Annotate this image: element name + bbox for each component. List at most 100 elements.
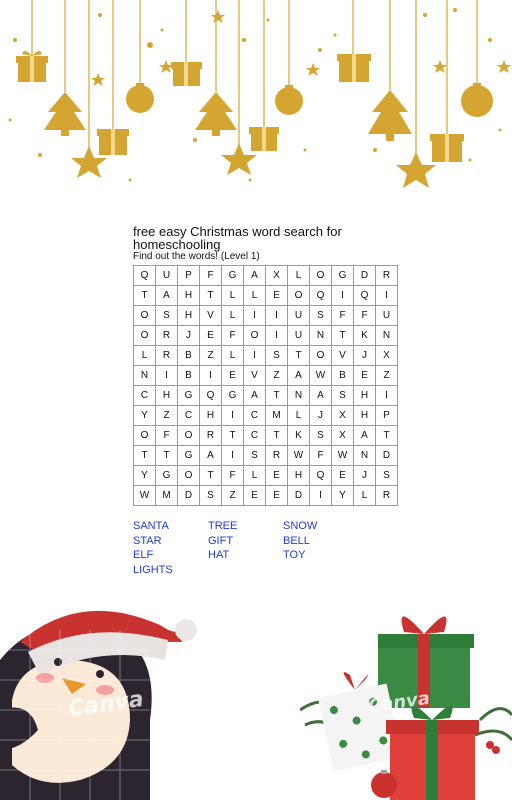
grid-cell: L — [221, 285, 244, 306]
grid-cell: W — [309, 365, 332, 386]
grid-cell: H — [353, 385, 376, 406]
grid-cell: R — [375, 265, 398, 286]
grid-cell: R — [199, 425, 222, 446]
grid-cell: A — [353, 425, 376, 446]
grid-row: WMDSZEEDIYLR — [133, 485, 398, 506]
grid-cell: E — [265, 465, 288, 486]
gift-icon — [337, 54, 371, 82]
grid-cell: X — [265, 265, 288, 286]
grid-cell: N — [133, 365, 156, 386]
grid-cell: O — [243, 325, 266, 346]
grid-cell: W — [331, 445, 354, 466]
grid-cell: H — [177, 285, 200, 306]
grid-cell: A — [309, 385, 332, 406]
grid-cell: Y — [331, 485, 354, 506]
grid-cell: O — [309, 345, 332, 366]
grid-cell: D — [375, 445, 398, 466]
grid-cell: L — [243, 285, 266, 306]
grid-cell: I — [265, 325, 288, 346]
grid-cell: G — [155, 465, 178, 486]
word-list-item: LIGHTS — [133, 563, 173, 576]
grid-cell: E — [221, 365, 244, 386]
word-list-item: ELF — [133, 549, 154, 561]
grid-cell: A — [199, 445, 222, 466]
word-list: SANTA TREE SNOW STAR GIFT BELL ELF HAT TOY LIGHTS — [133, 520, 373, 577]
grid-cell: S — [309, 425, 332, 446]
grid-cell: R — [155, 325, 178, 346]
word-list-item: TREE — [208, 520, 238, 532]
grid-cell: Z — [199, 345, 222, 366]
grid-cell: J — [353, 345, 376, 366]
christmas-tree-icon — [44, 92, 86, 136]
grid-cell: H — [199, 405, 222, 426]
grid-cell: N — [353, 445, 376, 466]
grid-cell: L — [243, 465, 266, 486]
grid-cell: G — [177, 385, 200, 406]
grid-cell: O — [177, 465, 200, 486]
grid-cell: D — [353, 265, 376, 286]
grid-cell: C — [243, 405, 266, 426]
grid-cell: F — [221, 325, 244, 346]
grid-cell: I — [155, 365, 178, 386]
grid-cell: Z — [375, 365, 398, 386]
grid-cell: A — [287, 365, 310, 386]
grid-cell: S — [155, 305, 178, 326]
grid-cell: C — [243, 425, 266, 446]
grid-row: LRBZLISTOVJX — [133, 345, 398, 366]
grid-cell: Y — [133, 405, 156, 426]
grid-row: YGOTFLEHQEJS — [133, 465, 398, 486]
grid-row: CHGQGATNASHI — [133, 385, 398, 406]
grid-cell: C — [177, 405, 200, 426]
grid-cell: B — [331, 365, 354, 386]
grid-cell: I — [221, 405, 244, 426]
grid-cell: G — [221, 265, 244, 286]
grid-cell: O — [133, 425, 156, 446]
grid-cell: N — [309, 325, 332, 346]
grid-cell: S — [243, 445, 266, 466]
grid-cell: Z — [265, 365, 288, 386]
grid-cell: A — [243, 265, 266, 286]
grid-cell: I — [309, 485, 332, 506]
grid-cell: F — [353, 305, 376, 326]
grid-cell: U — [287, 325, 310, 346]
grid-cell: T — [133, 445, 156, 466]
grid-cell: D — [287, 485, 310, 506]
grid-cell: E — [353, 365, 376, 386]
grid-cell: N — [375, 325, 398, 346]
grid-cell: F — [221, 465, 244, 486]
grid-cell: P — [177, 265, 200, 286]
grid-row: ORJEFOIUNTKN — [133, 325, 398, 346]
word-list-item: SNOW — [283, 520, 318, 532]
grid-cell: T — [375, 425, 398, 446]
grid-cell: B — [177, 365, 200, 386]
grid-cell: G — [331, 265, 354, 286]
grid-cell: V — [199, 305, 222, 326]
grid-cell: H — [287, 465, 310, 486]
grid-cell: T — [221, 425, 244, 446]
grid-cell: I — [375, 285, 398, 306]
word-list-item: TOY — [283, 549, 306, 561]
grid-cell: O — [133, 325, 156, 346]
grid-cell: Q — [309, 285, 332, 306]
star-icon — [396, 152, 436, 188]
grid-cell: S — [331, 385, 354, 406]
grid-cell: Q — [353, 285, 376, 306]
gift-icon — [249, 127, 279, 151]
grid-cell: Z — [155, 405, 178, 426]
grid-cell: E — [265, 285, 288, 306]
grid-cell: L — [221, 305, 244, 326]
grid-cell: X — [375, 345, 398, 366]
grid-cell: M — [265, 405, 288, 426]
grid-cell: E — [265, 485, 288, 506]
grid-cell: X — [331, 405, 354, 426]
grid-cell: K — [287, 425, 310, 446]
grid-cell: G — [221, 385, 244, 406]
grid-cell: T — [287, 345, 310, 366]
grid-cell: X — [331, 425, 354, 446]
grid-cell: R — [155, 345, 178, 366]
grid-cell: B — [177, 345, 200, 366]
grid-cell: E — [331, 465, 354, 486]
grid-cell: J — [309, 405, 332, 426]
grid-cell: O — [287, 285, 310, 306]
grid-cell: P — [375, 405, 398, 426]
